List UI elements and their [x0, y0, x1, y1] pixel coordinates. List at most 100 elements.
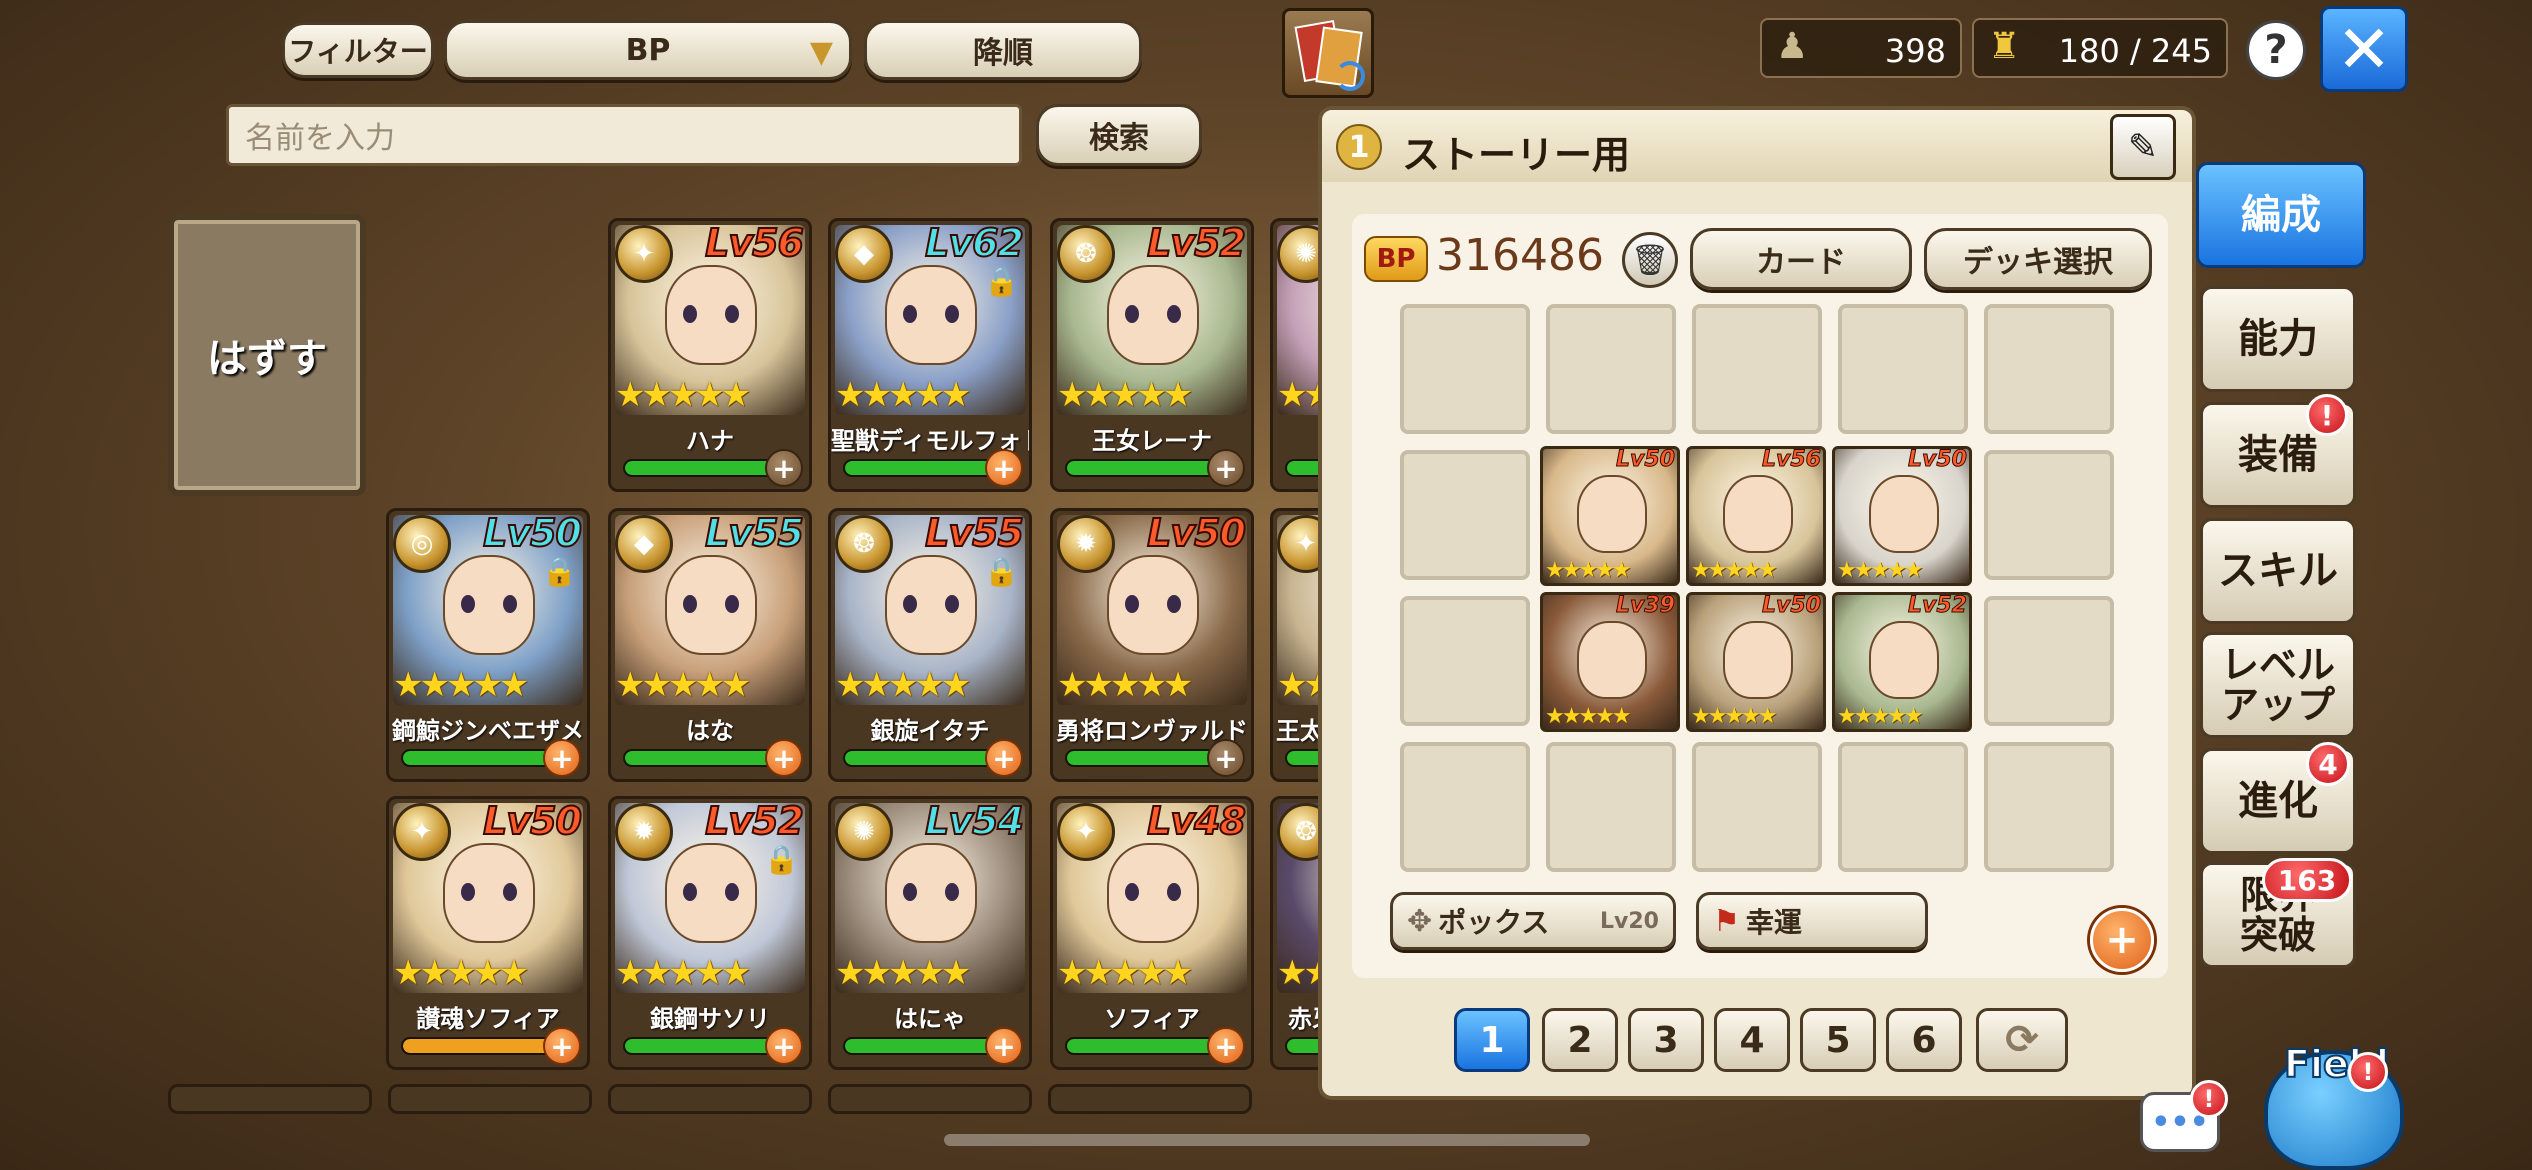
field-mascot-button[interactable]: Field — [2254, 1030, 2414, 1170]
empty-team-slot[interactable] — [1984, 596, 2114, 726]
sort-select-value: BP — [625, 32, 671, 68]
empty-team-slot[interactable] — [1692, 304, 1822, 434]
refresh-button[interactable]: ⟳ — [1976, 1008, 2068, 1072]
card-level: Lv55 — [924, 511, 1025, 556]
card-level: Lv62 — [924, 221, 1025, 266]
wind-element-icon: ❂ — [1057, 225, 1115, 283]
empty-team-slot[interactable] — [1400, 596, 1530, 726]
empty-team-slot[interactable] — [1838, 742, 1968, 872]
deck-select-button[interactable]: デッキ選択 — [1924, 228, 2152, 290]
add-support-button[interactable]: + — [2090, 908, 2154, 972]
enhance-plus-button[interactable]: + — [1207, 1027, 1245, 1065]
capacity-counter: ♜ 180 / 245 — [1972, 18, 2228, 78]
rarity-stars: ★★★★★ — [1691, 704, 1778, 729]
enhance-plus-button[interactable]: + — [765, 449, 803, 487]
dark-element-icon: ✺ — [835, 803, 893, 861]
empty-team-slot[interactable] — [1400, 742, 1530, 872]
search-input[interactable]: 名前を入力 — [226, 104, 1022, 166]
team-member[interactable]: Lv50 ★★★★★ — [1832, 446, 1972, 586]
rename-button[interactable]: ✎ — [2110, 114, 2176, 180]
character-card[interactable]: ✹ Lv52 🔒 ★★★★★ 銀鋼サソリ + — [608, 796, 812, 1070]
page-button-6[interactable]: 6 — [1886, 1008, 1962, 1072]
character-card[interactable]: ✦ Lv56 ★★★★★ ハナ + — [608, 218, 812, 492]
character-card[interactable]: ✦ Lv50 ★★★★★ 讃魂ソフィア + — [386, 796, 590, 1070]
team-member[interactable]: Lv56 ★★★★★ — [1686, 446, 1826, 586]
page-button-5[interactable]: 5 — [1800, 1008, 1876, 1072]
delete-team-button[interactable]: 🗑 — [1622, 232, 1678, 288]
filter-button[interactable]: フィルター — [282, 22, 434, 78]
page-button-4[interactable]: 4 — [1714, 1008, 1790, 1072]
character-card[interactable]: ✹ Lv50 ★★★★★ 勇将ロンヴァルド + — [1050, 508, 1254, 782]
page-button-3[interactable]: 3 — [1628, 1008, 1704, 1072]
rarity-stars: ★★★★★ — [615, 953, 751, 993]
character-card[interactable]: ◆ Lv55 ★★★★★ はな + — [608, 508, 812, 782]
close-button[interactable]: ✕ — [2320, 6, 2408, 92]
ability-tab[interactable]: 能力 — [2200, 286, 2356, 392]
empty-team-slot[interactable] — [1400, 450, 1530, 580]
character-card-partial[interactable] — [388, 1084, 592, 1114]
order-button[interactable]: 降順 — [864, 20, 1142, 80]
hp-bar — [623, 749, 787, 767]
character-card[interactable]: ✦ Lv48 ★★★★★ ソフィア + — [1050, 796, 1254, 1070]
character-card-partial[interactable] — [828, 1084, 1032, 1114]
lock-icon: 🔒 — [984, 555, 1019, 588]
character-card-partial[interactable] — [608, 1084, 812, 1114]
empty-team-slot[interactable] — [1838, 304, 1968, 434]
box-button[interactable]: ✥ ポックス Lv20 — [1390, 892, 1676, 950]
page-button-1[interactable]: 1 — [1454, 1008, 1530, 1072]
enhance-plus-button[interactable]: + — [543, 1027, 581, 1065]
enhance-plus-button[interactable]: + — [985, 1027, 1023, 1065]
luck-button[interactable]: ⚑ 幸運 — [1696, 892, 1928, 950]
home-indicator — [944, 1134, 1590, 1146]
box-label: ポックス — [1438, 906, 1550, 939]
gem-counter: ♟ 398 — [1760, 18, 1962, 78]
remove-card-button[interactable]: はずす — [168, 214, 366, 496]
rarity-stars: ★★★★★ — [1837, 558, 1924, 583]
character-card[interactable]: ◆ Lv62 🔒 ★★★★★ 聖獣ディモルフォドン + — [828, 218, 1032, 492]
character-card-partial[interactable] — [168, 1084, 372, 1114]
help-button[interactable]: ? — [2246, 20, 2306, 80]
page-button-2[interactable]: 2 — [1542, 1008, 1618, 1072]
empty-team-slot[interactable] — [1984, 742, 2114, 872]
character-card-partial[interactable] — [1048, 1084, 1252, 1114]
character-card[interactable]: ◎ Lv50 🔒 ★★★★★ 鋼鯨ジンベエザメ + — [386, 508, 590, 782]
formation-tab[interactable]: 編成 — [2196, 162, 2366, 268]
team-member[interactable]: Lv50 ★★★★★ — [1686, 592, 1826, 732]
field-alert-badge: ! — [2348, 1052, 2388, 1092]
character-card[interactable]: ❂ Lv55 🔒 ★★★★★ 銀旋イタチ + — [828, 508, 1032, 782]
search-button[interactable]: 検索 — [1036, 104, 1202, 166]
rarity-stars: ★★★★★ — [615, 665, 751, 705]
enhance-plus-button[interactable]: + — [985, 449, 1023, 487]
enhance-plus-button[interactable]: + — [1207, 739, 1245, 777]
rarity-stars: ★★★★★ — [1057, 953, 1193, 993]
empty-team-slot[interactable] — [1692, 742, 1822, 872]
rarity-stars: ★★★★★ — [1545, 558, 1632, 583]
skill-tab[interactable]: スキル — [2200, 518, 2356, 624]
enhance-plus-button[interactable]: + — [765, 1027, 803, 1065]
empty-team-slot[interactable] — [1400, 304, 1530, 434]
empty-team-slot[interactable] — [1546, 304, 1676, 434]
enhance-plus-button[interactable]: + — [543, 739, 581, 777]
card-button[interactable]: カード — [1690, 228, 1912, 290]
hp-bar — [843, 1037, 1007, 1055]
team-member[interactable]: Lv50 ★★★★★ — [1540, 446, 1680, 586]
team-member[interactable]: Lv39 ★★★★★ — [1540, 592, 1680, 732]
figure-icon: ♟ — [1776, 26, 1809, 67]
empty-team-slot[interactable] — [1984, 304, 2114, 434]
team-member[interactable]: Lv52 ★★★★★ — [1832, 592, 1972, 732]
sort-select[interactable]: BP ▼ — [444, 20, 852, 80]
enhance-plus-button[interactable]: + — [1207, 449, 1245, 487]
levelup-tab[interactable]: レベル アップ — [2200, 632, 2356, 738]
deck-book-icon[interactable] — [1282, 8, 1374, 98]
card-level: Lv52 — [704, 799, 805, 844]
limit-break-count-badge: 163 — [2262, 858, 2352, 902]
character-card[interactable]: ❂ Lv52 ★★★★★ 王女レーナ + — [1050, 218, 1254, 492]
character-card[interactable]: ✺ Lv54 ★★★★★ はにゃ + — [828, 796, 1032, 1070]
empty-team-slot[interactable] — [1984, 450, 2114, 580]
enhance-plus-button[interactable]: + — [985, 739, 1023, 777]
rarity-stars: ★★★★★ — [1691, 558, 1778, 583]
hp-bar — [1065, 1037, 1229, 1055]
card-level: Lv52 — [1146, 221, 1247, 266]
enhance-plus-button[interactable]: + — [765, 739, 803, 777]
empty-team-slot[interactable] — [1546, 742, 1676, 872]
